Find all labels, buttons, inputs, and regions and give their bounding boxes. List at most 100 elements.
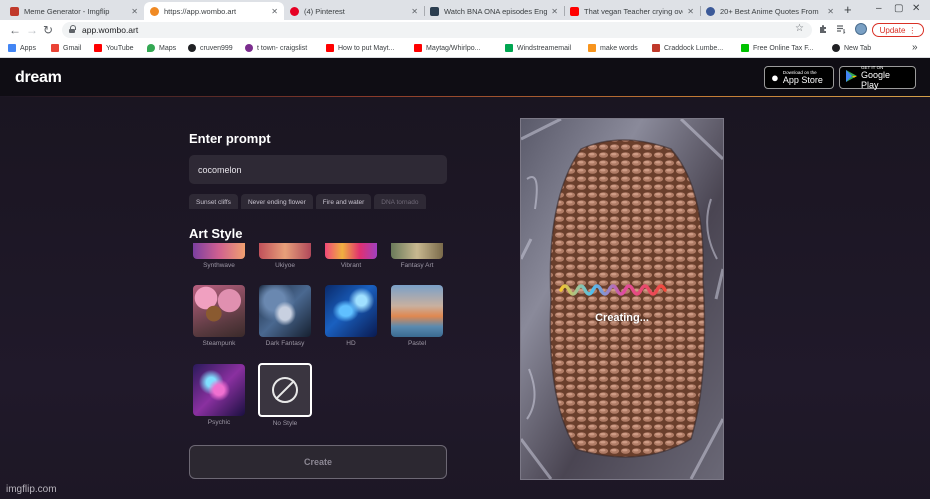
update-button[interactable]: Update ⋮ [872, 23, 924, 37]
bookmark-label: Apps [20, 44, 36, 52]
words-icon [588, 44, 596, 52]
style-label: Ukiyoe [275, 262, 295, 269]
close-window-icon[interactable]: ✕ [912, 3, 920, 14]
bookmark-item[interactable]: YouTube [94, 44, 134, 52]
gmail-icon [51, 44, 59, 52]
back-arrow-icon[interactable]: ← [9, 23, 21, 37]
bookmark-item[interactable]: Free Online Tax F... [741, 44, 814, 52]
style-card-psychic[interactable]: Psychic [191, 364, 247, 426]
suggestion-chip[interactable]: Sunset cliffs [189, 194, 238, 209]
lumber-icon [652, 44, 660, 52]
style-thumbnail [391, 243, 443, 259]
bookmark-item[interactable]: Maytag/Whirlpo... [414, 44, 480, 52]
bookmark-item[interactable]: Craddock Lumbe... [652, 44, 723, 52]
browser-tab[interactable]: Meme Generator - Imgflip ✕ [4, 2, 144, 20]
style-thumbnail [193, 243, 245, 259]
style-label: Vibrant [340, 262, 362, 269]
suggestion-chip[interactable]: DNA tornado [374, 194, 426, 209]
globe-icon [832, 44, 840, 52]
address-bar[interactable]: app.wombo.art ☆ [62, 22, 812, 38]
peace-icon [245, 44, 253, 52]
bookmark-star-icon[interactable]: ☆ [795, 23, 804, 34]
style-thumbnail [259, 285, 311, 337]
bookmark-item[interactable]: Gmail [51, 44, 81, 52]
bookmark-item[interactable]: t town- craigslist [245, 44, 307, 52]
creating-status: Creating... [595, 312, 649, 324]
new-tab-button[interactable]: + [844, 2, 852, 17]
reading-list-icon[interactable] [836, 24, 846, 34]
dream-logo[interactable]: dream [15, 69, 62, 87]
prompt-input[interactable]: cocomelon [189, 155, 447, 184]
bookmark-item[interactable]: Windstreamemail [505, 44, 571, 52]
google-play-big-text: Google Play [861, 70, 891, 90]
style-card-hd[interactable]: HD [323, 285, 379, 347]
browser-tab[interactable]: 20+ Best Anime Quotes From ✕ [700, 2, 840, 20]
art-style-grid: Synthwave Ukiyoe Vibrant Fantasy Art Ste… [189, 243, 451, 433]
reload-icon[interactable]: ↻ [43, 23, 53, 37]
maximize-icon[interactable]: ▢ [894, 3, 903, 14]
tab-close-icon[interactable]: ✕ [271, 7, 278, 16]
style-card-no-style[interactable]: No Style [256, 363, 314, 427]
app-store-badge[interactable]: ● Download on the App Store [764, 66, 834, 89]
extensions-puzzle-icon[interactable] [818, 24, 828, 34]
bookmarks-more-button[interactable]: » [912, 42, 918, 53]
style-label: HD [346, 340, 356, 347]
bookmark-item[interactable]: make words [588, 44, 638, 52]
style-thumbnail [193, 364, 245, 416]
style-card-synthwave[interactable]: Synthwave [191, 243, 247, 269]
browser-tab-active[interactable]: https://app.wombo.art ✕ [144, 2, 284, 20]
bookmark-item[interactable]: cruven999 [188, 44, 233, 52]
bookmark-item[interactable]: How to put Mayt... [326, 44, 394, 52]
globe-icon [188, 44, 196, 52]
pinterest-favicon-icon [290, 6, 299, 16]
prompt-suggestions: Sunset cliffs Never ending flower Fire and… [189, 191, 447, 209]
style-card-dark-fantasy[interactable]: Dark Fantasy [257, 285, 313, 347]
tab-title: 20+ Best Anime Quotes From [720, 6, 819, 16]
suggestion-chip[interactable]: Never ending flower [240, 194, 313, 209]
style-thumbnail [391, 285, 443, 337]
tab-close-icon[interactable]: ✕ [411, 7, 418, 16]
enter-prompt-heading: Enter prompt [189, 131, 271, 146]
style-card-steampunk[interactable]: Steampunk [191, 285, 247, 347]
browser-tab[interactable]: (4) Pinterest ✕ [284, 2, 424, 20]
bookmark-label: make words [600, 44, 638, 52]
bookmark-item[interactable]: New Tab [832, 44, 871, 52]
art-style-heading: Art Style [189, 226, 243, 241]
imgflip-favicon-icon [10, 6, 19, 16]
tab-close-icon[interactable]: ✕ [131, 7, 138, 16]
imgflip-watermark: imgflip.com [6, 484, 57, 495]
tab-title: https://app.wombo.art [164, 6, 237, 16]
suggestion-chip[interactable]: Fire and water [315, 194, 372, 209]
bookmark-label: Free Online Tax F... [753, 44, 814, 52]
prompt-value: cocomelon [198, 164, 242, 175]
profile-avatar[interactable] [855, 23, 867, 35]
tab-close-icon[interactable]: ✕ [687, 7, 694, 16]
tab-close-icon[interactable]: ✕ [551, 7, 558, 16]
style-card-pastel[interactable]: Pastel [389, 285, 445, 347]
wombo-favicon-icon [150, 6, 159, 16]
tab-close-icon[interactable]: ✕ [827, 7, 834, 16]
site-header: dream ● Download on the App Store GET IT… [0, 58, 930, 97]
browser-tab[interactable]: Watch BNA ONA episodes Eng ✕ [424, 2, 564, 20]
bookmark-item[interactable]: Maps [147, 44, 176, 52]
google-play-badge[interactable]: GET IT ON Google Play [839, 65, 916, 90]
create-button[interactable]: Create [189, 445, 447, 479]
youtube-favicon-icon [570, 6, 579, 16]
url-text[interactable]: app.wombo.art [82, 25, 138, 35]
browser-tab[interactable]: That vegan Teacher crying ove ✕ [564, 2, 700, 20]
minimize-icon[interactable]: – [876, 3, 882, 14]
site-favicon-icon [706, 6, 715, 16]
forward-arrow-icon[interactable]: → [26, 23, 38, 37]
style-label: Synthwave [203, 262, 235, 269]
style-card-fantasy-art[interactable]: Fantasy Art [389, 243, 445, 269]
style-card-ukiyoe[interactable]: Ukiyoe [257, 243, 313, 269]
style-label: No Style [272, 420, 298, 427]
bookmark-item[interactable]: Apps [8, 44, 36, 52]
app-store-big-text: App Store [782, 75, 823, 85]
bookmark-label: Gmail [63, 44, 82, 52]
style-card-vibrant[interactable]: Vibrant [323, 243, 379, 269]
style-thumbnail [325, 243, 377, 259]
style-label: Dark Fantasy [265, 340, 305, 347]
google-play-icon [846, 70, 857, 85]
bookmark-label: Maps [159, 44, 177, 52]
